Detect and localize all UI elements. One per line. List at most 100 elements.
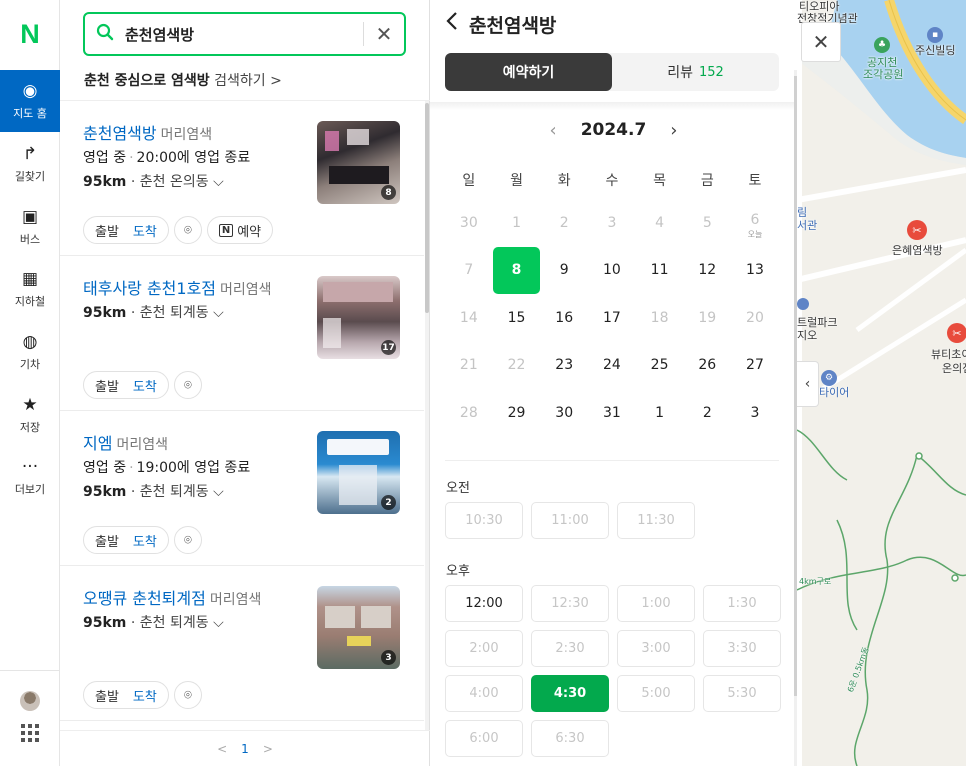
- place-name[interactable]: 태후사랑 춘천1호점: [83, 279, 216, 298]
- route-button[interactable]: 출발 도착: [83, 216, 169, 244]
- chevron-down-icon: ⌵: [213, 174, 224, 190]
- rail-item-directions[interactable]: ↱ 길찾기: [0, 133, 60, 195]
- map-view[interactable]: 티오피아 전창적기념관 ♣ 공지천 조각공원 ▪ 주신빌딩 ✂ 은혜염색방 ✂ …: [797, 0, 966, 766]
- booking-panel: 춘천염색방 예약하기 리뷰 152 ‹ 2024.7 › 일 월 화 수 목 금 토 30 1 2 3…: [430, 0, 797, 766]
- calendar-day: 20: [746, 309, 764, 326]
- page-number[interactable]: 1: [241, 742, 249, 756]
- collapse-panel-icon[interactable]: ‹: [797, 361, 819, 407]
- review-count: 152: [698, 64, 724, 80]
- calendar-day[interactable]: 16: [540, 294, 588, 342]
- rail-item-bus[interactable]: ▣ 버스: [0, 196, 60, 258]
- star-icon: ★: [22, 395, 38, 415]
- calendar-day[interactable]: 26: [683, 342, 731, 390]
- building-icon[interactable]: ▪: [927, 27, 943, 43]
- calendar-day[interactable]: 12: [683, 247, 731, 295]
- calendar-day[interactable]: 24: [588, 342, 636, 390]
- place-category: 머리염색: [160, 127, 213, 143]
- calendar-month: 2024.7: [580, 120, 647, 140]
- rail-item-more[interactable]: ··· 더보기: [0, 446, 60, 508]
- distance-area[interactable]: 95km · 춘천 온의동 ⌵: [83, 171, 224, 191]
- calendar-day[interactable]: 31: [588, 389, 636, 437]
- time-slot: 5:00: [617, 675, 695, 712]
- list-item[interactable]: 춘천염색방 머리염색 영업 중 · 20:00에 영업 종료 95km · 춘천 온의…: [60, 101, 424, 256]
- time-slot-selected[interactable]: 4:30: [531, 675, 609, 712]
- calendar-day[interactable]: 2: [683, 389, 731, 437]
- distance-area[interactable]: 95km · 춘천 퇴계동 ⌵: [83, 481, 224, 501]
- salon-pin-icon[interactable]: ✂: [907, 220, 927, 240]
- chevron-down-icon: ⌵: [213, 615, 224, 631]
- prev-page-icon[interactable]: <: [217, 742, 227, 756]
- calendar-day[interactable]: 30: [540, 389, 588, 437]
- calendar-day[interactable]: 27: [731, 342, 779, 390]
- time-slot[interactable]: 12:00: [445, 585, 523, 622]
- time-slot: 11:00: [531, 502, 609, 539]
- photo-count: 2: [381, 495, 396, 510]
- route-button[interactable]: 출발 도착: [83, 371, 169, 399]
- rail-item-train[interactable]: ◍ 기차: [0, 321, 60, 383]
- place-name[interactable]: 춘천염색방: [83, 124, 157, 143]
- poi-icon[interactable]: [797, 298, 809, 310]
- calendar-day: 5: [702, 214, 712, 231]
- calendar-day-selected[interactable]: 8: [492, 246, 541, 295]
- next-page-icon[interactable]: >: [263, 742, 273, 756]
- apps-grid-icon[interactable]: [21, 724, 39, 742]
- open-status: 영업 중 · 19:00에 영업 종료: [83, 460, 251, 476]
- calendar-day[interactable]: 3: [731, 389, 779, 437]
- weekday-label: 토: [748, 173, 762, 189]
- calendar-day[interactable]: 17: [588, 294, 636, 342]
- time-slot: 4:00: [445, 675, 523, 712]
- calendar-day[interactable]: 25: [636, 342, 684, 390]
- park-icon[interactable]: ♣: [874, 37, 890, 53]
- save-location-icon[interactable]: ⌾: [173, 216, 202, 244]
- close-map-panel-icon[interactable]: ✕: [801, 22, 841, 62]
- clear-search-icon[interactable]: ✕: [364, 22, 404, 46]
- calendar-day[interactable]: 15: [493, 294, 541, 342]
- avatar[interactable]: [20, 691, 40, 711]
- distance-area[interactable]: 95km · 춘천 퇴계동 ⌵: [83, 302, 224, 322]
- tab-reserve[interactable]: 예약하기: [445, 53, 612, 91]
- place-photo[interactable]: 2: [317, 431, 400, 514]
- time-slot: 2:30: [531, 630, 609, 667]
- salon-pin-icon[interactable]: ✂: [947, 323, 966, 343]
- results-scrollbar[interactable]: [425, 101, 429, 730]
- place-photo[interactable]: 17: [317, 276, 400, 359]
- time-slot: 10:30: [445, 502, 523, 539]
- results-list: 춘천염색방 머리염색 영업 중 · 20:00에 영업 종료 95km · 춘천 온의…: [60, 101, 424, 730]
- calendar-day[interactable]: 11: [636, 247, 684, 295]
- place-photo[interactable]: 3: [317, 586, 400, 669]
- rail-item-map-home[interactable]: ◉ 지도 홈: [0, 70, 60, 132]
- list-item[interactable]: 지엠 머리염색 영업 중 · 19:00에 영업 종료 95km · 춘천 퇴계동 ⌵…: [60, 411, 424, 566]
- bus-icon: ▣: [21, 207, 39, 227]
- tab-review[interactable]: 리뷰 152: [612, 53, 779, 91]
- search-suggestion[interactable]: 춘천 중심으로 염색방 검색하기 >: [84, 70, 282, 90]
- search-input[interactable]: 춘천염색방: [125, 24, 363, 45]
- place-name[interactable]: 오땡큐 춘천퇴계점: [83, 589, 206, 608]
- naver-booking-icon: N: [218, 223, 234, 237]
- save-location-icon[interactable]: ⌾: [173, 526, 202, 554]
- back-icon[interactable]: [445, 10, 459, 38]
- next-month-icon[interactable]: ›: [670, 120, 677, 141]
- calendar-day[interactable]: 10: [588, 247, 636, 295]
- list-item[interactable]: 오땡큐 춘천퇴계점 머리염색 95km · 춘천 퇴계동 ⌵ 출발 도착 ⌾ 3: [60, 566, 424, 721]
- route-button[interactable]: 출발 도착: [83, 526, 169, 554]
- calendar-day[interactable]: 1: [636, 389, 684, 437]
- distance-area[interactable]: 95km · 춘천 퇴계동 ⌵: [83, 612, 224, 632]
- rail-item-subway[interactable]: ▦ 지하철: [0, 258, 60, 320]
- place-name[interactable]: 지엠: [83, 434, 112, 453]
- route-button[interactable]: 출발 도착: [83, 681, 169, 709]
- save-location-icon[interactable]: ⌾: [173, 371, 202, 399]
- calendar-day[interactable]: 23: [540, 342, 588, 390]
- search-icon[interactable]: [85, 23, 125, 46]
- reserve-button[interactable]: N 예약: [206, 216, 274, 244]
- place-photo[interactable]: 8: [317, 121, 400, 204]
- calendar-day: 7: [464, 262, 474, 279]
- naver-logo[interactable]: N: [0, 0, 60, 68]
- prev-month-icon[interactable]: ‹: [549, 120, 556, 141]
- calendar-day[interactable]: 9: [540, 247, 588, 295]
- calendar-day[interactable]: 13: [731, 247, 779, 295]
- time-slot: 11:30: [617, 502, 695, 539]
- rail-item-saved[interactable]: ★ 저장: [0, 384, 60, 446]
- calendar-day[interactable]: 29: [493, 389, 541, 437]
- list-item[interactable]: 태후사랑 춘천1호점 머리염색 95km · 춘천 퇴계동 ⌵ 출발 도착 ⌾ 17: [60, 256, 424, 411]
- save-location-icon[interactable]: ⌾: [173, 681, 202, 709]
